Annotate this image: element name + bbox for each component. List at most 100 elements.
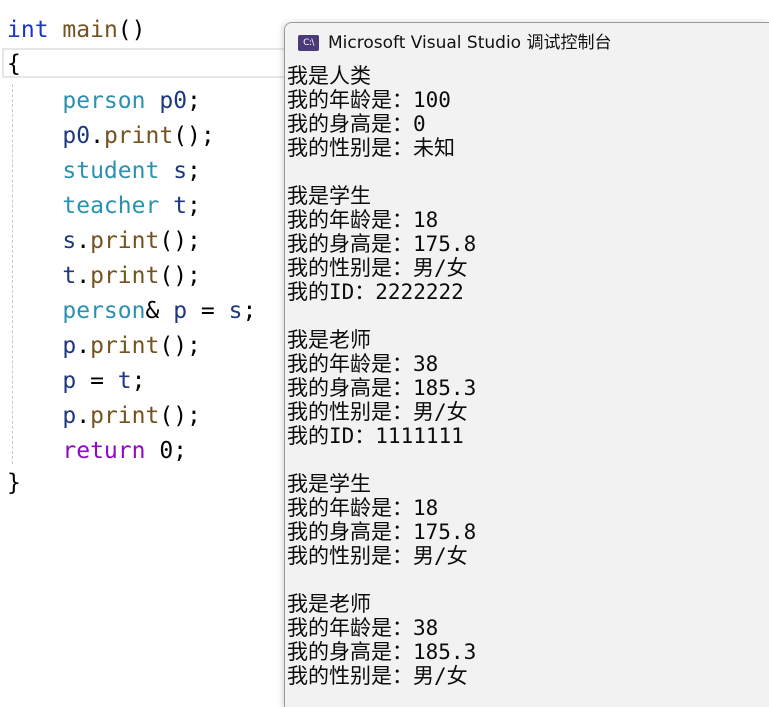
code-line: person& p = s; xyxy=(7,296,256,326)
code-token: print xyxy=(103,123,174,149)
console-output-line: 我的身高是：185.3 xyxy=(287,376,477,400)
code-token: p xyxy=(173,298,188,324)
code-token: person xyxy=(62,88,146,114)
code-line: int main() xyxy=(7,15,146,45)
console-output-line: 我是老师 xyxy=(287,592,371,616)
console-output: 我是人类 我的年龄是：100 我的身高是：0 我的性别是：未知 我是学生 我的年龄是：18… xyxy=(287,64,767,688)
console-output-line: 我的年龄是：38 xyxy=(287,616,439,640)
console-output-line: 我的性别是：男/女 xyxy=(287,544,468,568)
console-output-line: 我的年龄是：18 xyxy=(287,208,439,232)
code-line: t.print(); xyxy=(7,261,201,291)
console-output-line: 我的ID：2222222 xyxy=(287,280,464,304)
code-token: . xyxy=(76,403,91,429)
code-token: (); xyxy=(159,263,201,289)
code-token: ; xyxy=(187,193,201,219)
code-token: ; xyxy=(187,88,201,114)
code-line: person p0; xyxy=(7,86,201,116)
code-token: p0 xyxy=(62,123,91,149)
code-token: . xyxy=(90,123,104,149)
code-token: p0 xyxy=(159,88,188,114)
code-token: p xyxy=(62,403,77,429)
code-token: . xyxy=(76,333,91,359)
code-token: t xyxy=(173,193,188,219)
code-token: int xyxy=(7,17,49,43)
console-output-line: 我的年龄是：38 xyxy=(287,352,439,376)
code-line: student s; xyxy=(7,156,201,186)
code-line: p = t; xyxy=(7,366,146,396)
code-token: } xyxy=(7,470,21,496)
console-title: Microsoft Visual Studio 调试控制台 xyxy=(328,33,612,53)
console-output-line: 我的ID：1111111 xyxy=(287,424,464,448)
code-token: print xyxy=(90,228,160,254)
code-token: = xyxy=(187,298,229,324)
code-token: t xyxy=(117,368,132,394)
console-output-line: 我是学生 xyxy=(287,184,371,208)
current-line-highlight xyxy=(2,48,292,78)
code-line: p.print(); xyxy=(7,331,201,361)
console-output-line: 我的性别是：男/女 xyxy=(287,400,468,424)
console-output-line: 我的性别是：未知 xyxy=(287,136,455,160)
code-line: s.print(); xyxy=(7,226,201,256)
code-token: teacher xyxy=(62,193,160,219)
code-token: t xyxy=(62,263,77,289)
code-token: ; xyxy=(131,368,146,394)
console-output-line: 我的性别是：男/女 xyxy=(287,664,468,688)
console-output-line: 我的性别是：男/女 xyxy=(287,256,468,280)
console-output-line: 我的身高是：175.8 xyxy=(287,232,477,256)
code-token: . xyxy=(76,228,91,254)
code-token: return xyxy=(62,438,146,464)
code-token: print xyxy=(90,263,160,289)
code-line: return 0; xyxy=(7,436,187,466)
code-line: { xyxy=(7,49,21,79)
console-output-line: 我是学生 xyxy=(287,472,371,496)
code-token: = xyxy=(76,368,118,394)
console-output-line: 我的身高是：0 xyxy=(287,112,426,136)
code-token: { xyxy=(7,51,21,77)
code-line: p0.print(); xyxy=(7,121,215,151)
code-token: p xyxy=(62,333,77,359)
console-output-line: 我的年龄是：100 xyxy=(287,88,451,112)
console-output-line: 我是人类 xyxy=(287,64,371,88)
code-token: print xyxy=(90,333,160,359)
code-token: (); xyxy=(159,333,201,359)
code-token: s xyxy=(62,228,77,254)
code-token: print xyxy=(90,403,160,429)
code-token: ; xyxy=(187,158,201,184)
code-token: student xyxy=(62,158,160,184)
code-token: (); xyxy=(159,403,201,429)
console-app-icon: C:\ xyxy=(298,35,319,51)
console-output-line: 我的身高是：185.3 xyxy=(287,640,477,664)
code-token: & xyxy=(145,298,174,324)
console-output-line: 我的年龄是：18 xyxy=(287,496,439,520)
debug-console-window[interactable]: C:\ Microsoft Visual Studio 调试控制台 我是人类 我的… xyxy=(284,22,769,707)
code-token: () xyxy=(117,17,146,43)
console-titlebar[interactable]: C:\ Microsoft Visual Studio 调试控制台 xyxy=(285,23,769,63)
console-output-line: 我是老师 xyxy=(287,328,371,352)
code-line: p.print(); xyxy=(7,401,201,431)
code-token: s xyxy=(228,298,243,324)
code-token: . xyxy=(76,263,91,289)
code-token: (); xyxy=(173,123,215,149)
code-line: teacher t; xyxy=(7,191,201,221)
code-line: } xyxy=(7,468,21,498)
code-token: ; xyxy=(242,298,257,324)
code-token: main xyxy=(62,17,118,43)
code-token: person xyxy=(62,298,146,324)
code-token: p xyxy=(62,368,77,394)
